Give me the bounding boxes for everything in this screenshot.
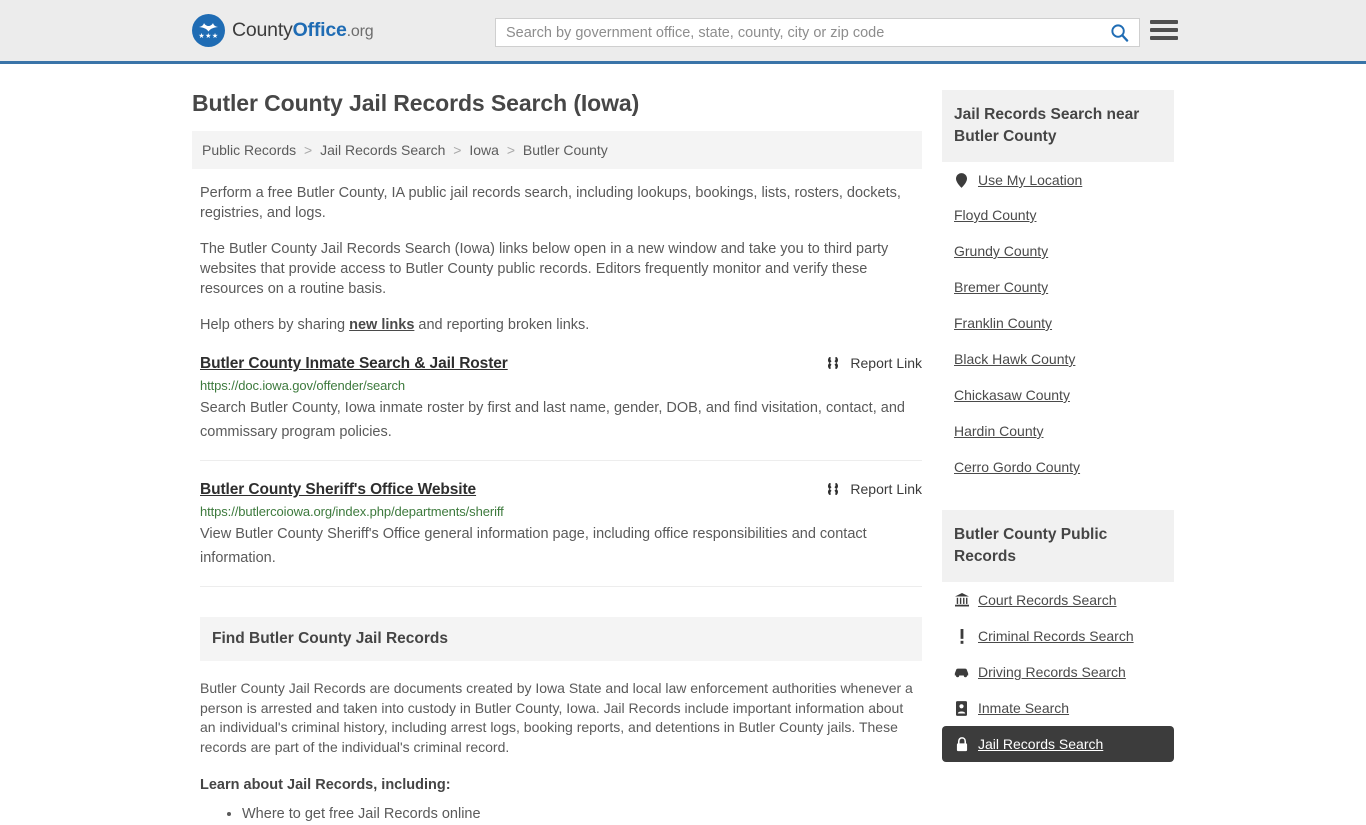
sidebar: Jail Records Search near Butler County U… [942,64,1174,825]
learn-about-list: Where to get free Jail Records online [200,803,922,825]
sidebar-item-criminal-records-search[interactable]: Criminal Records Search [942,618,1174,654]
breadcrumb: Public Records > Jail Records Search > I… [192,131,922,169]
result-url: https://butlercoiowa.org/index.php/depar… [200,504,504,519]
id-badge-icon [954,700,969,716]
use-my-location-label: Use My Location [978,172,1083,188]
logo-text-county: County [232,19,293,41]
intro-share-prefix: Help others by sharing [200,317,350,333]
nearby-county-label: Hardin County [954,423,1044,439]
sidebar-item-driving-records-search[interactable]: Driving Records Search [942,654,1174,690]
sidebar-item-jail-records-search[interactable]: Jail Records Search [942,726,1174,762]
search-bar[interactable] [495,18,1140,47]
main-column: Butler County Jail Records Search (Iowa)… [192,64,922,825]
find-records-heading: Find Butler County Jail Records [200,617,922,661]
sidebar-heading-near: Jail Records Search near Butler County [942,90,1174,162]
breadcrumb-separator: > [453,142,462,158]
sidebar-item-cerro-gordo-county[interactable]: Cerro Gordo County [942,450,1174,486]
nearby-county-label: Chickasaw County [954,387,1070,403]
sidebar-item-chickasaw-county[interactable]: Chickasaw County [942,378,1174,414]
search-icon [1111,24,1129,42]
result-item: Butler County Inmate Search & Jail Roste… [200,355,922,461]
intro-text: Perform a free Butler County, IA public … [192,183,922,335]
sidebar-item-hardin-county[interactable]: Hardin County [942,414,1174,450]
result-item: Butler County Sheriff's Office Website R… [200,481,922,587]
new-links-link[interactable]: new links [349,317,414,333]
logo-text-org: .org [346,23,374,40]
use-my-location-button[interactable]: Use My Location [942,162,1174,198]
logo-stars: ★★★ [198,32,219,40]
sidebar-item-label: Court Records Search [978,592,1117,608]
breadcrumb-separator: > [506,142,516,158]
report-link-label: Report Link [850,355,922,371]
sidebar-item-black-hawk-county[interactable]: Black Hawk County [942,342,1174,378]
sidebar-item-label: Inmate Search [978,700,1070,716]
hamburger-bar-3 [1150,36,1178,40]
intro-paragraph-2: The Butler County Jail Records Search (I… [200,241,889,297]
courthouse-icon [954,593,969,607]
sidebar-item-label: Jail Records Search [978,736,1104,752]
page-content: Butler County Jail Records Search (Iowa)… [0,64,1366,825]
sidebar-item-inmate-search[interactable]: Inmate Search [942,690,1174,726]
map-pin-icon [954,172,969,188]
intro-paragraph-3: Help others by sharing new links and rep… [200,315,922,335]
hamburger-bar-2 [1150,28,1178,32]
site-header: ★★★ CountyOffice.org [0,0,1366,64]
breadcrumb-separator: > [304,142,313,158]
search-input[interactable] [496,24,1106,41]
find-records-body: Butler County Jail Records are documents… [200,679,922,825]
nearby-county-label: Bremer County [954,279,1049,295]
sidebar-heading-public-records: Butler County Public Records [942,510,1174,582]
report-link-label: Report Link [850,481,922,497]
sidebar-item-franklin-county[interactable]: Franklin County [942,306,1174,342]
breadcrumb-item-jail-records-search[interactable]: Jail Records Search [320,142,445,158]
result-description: View Butler County Sheriff's Office gene… [200,526,867,566]
eagle-icon [199,22,218,31]
broken-link-icon [828,357,839,369]
intro-share-suffix: and reporting broken links. [414,317,590,333]
site-logo[interactable]: ★★★ CountyOffice.org [192,14,374,47]
breadcrumb-item-iowa[interactable]: Iowa [469,142,499,158]
find-records-paragraph: Butler County Jail Records are documents… [200,680,913,755]
sidebar-item-label: Criminal Records Search [978,628,1134,644]
nearby-county-label: Floyd County [954,207,1037,223]
logo-text-office: Office [292,19,347,41]
car-icon [954,667,969,678]
nearby-county-label: Grundy County [954,243,1049,259]
breadcrumb-item-public-records[interactable]: Public Records [202,142,296,158]
county-office-logo-icon: ★★★ [192,14,225,47]
nearby-county-label: Franklin County [954,315,1053,331]
result-title-link[interactable]: Butler County Sheriff's Office Website [200,481,476,499]
report-link-button[interactable]: Report Link [825,481,922,497]
hamburger-bar-1 [1150,20,1178,24]
page-title: Butler County Jail Records Search (Iowa) [192,90,640,116]
lock-icon [954,736,969,752]
nearby-county-label: Black Hawk County [954,351,1076,367]
learn-about-heading: Learn about Jail Records, including: [200,777,451,793]
result-description: Search Butler County, Iowa inmate roster… [200,400,905,440]
report-link-button[interactable]: Report Link [825,355,922,371]
sidebar-item-court-records-search[interactable]: Court Records Search [942,582,1174,618]
result-url: https://doc.iowa.gov/offender/search [200,378,406,393]
breadcrumb-item-butler-county[interactable]: Butler County [523,142,608,158]
logo-wordmark: CountyOffice.org [232,19,374,42]
sidebar-item-label: Driving Records Search [978,664,1126,680]
list-item: Where to get free Jail Records online [242,803,922,825]
exclamation-icon [954,628,969,644]
hamburger-menu-button[interactable] [1150,20,1178,40]
result-title-link[interactable]: Butler County Inmate Search & Jail Roste… [200,355,508,373]
intro-paragraph-1: Perform a free Butler County, IA public … [200,185,901,221]
sidebar-item-bremer-county[interactable]: Bremer County [942,270,1174,306]
nearby-county-label: Cerro Gordo County [954,459,1081,475]
sidebar-item-floyd-county[interactable]: Floyd County [942,198,1174,234]
broken-link-icon [828,483,839,495]
search-button[interactable] [1106,23,1139,42]
sidebar-item-grundy-county[interactable]: Grundy County [942,234,1174,270]
